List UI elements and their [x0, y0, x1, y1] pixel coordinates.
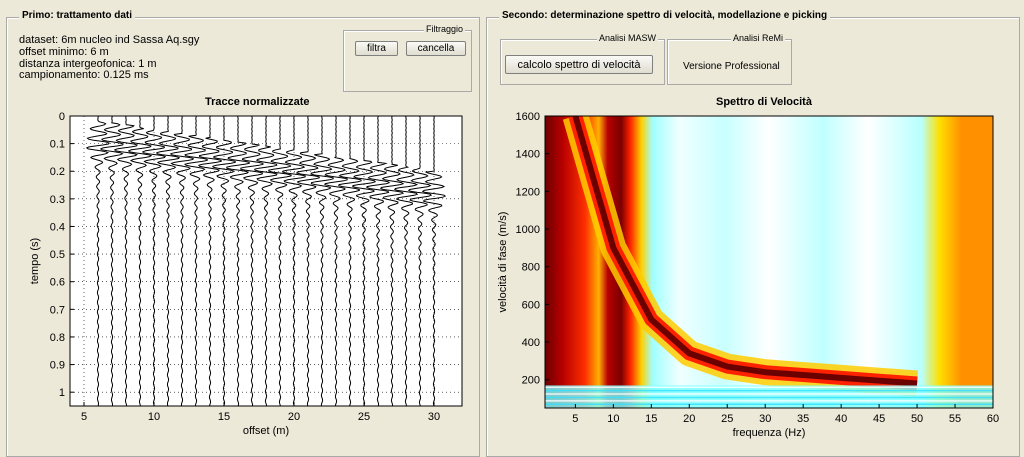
- remi-version-label: Versione Professional: [683, 61, 780, 72]
- x-tick-label: 5: [572, 413, 578, 425]
- x-tick-label: 60: [987, 413, 999, 425]
- x-tick-label: 45: [873, 413, 885, 425]
- x-tick-label: 20: [683, 413, 695, 425]
- x-tick-label: 15: [218, 411, 230, 423]
- calculate-spectrum-button[interactable]: calcolo spettro di velocità: [505, 55, 653, 74]
- right-panel-title: Secondo: determinazione spettro di veloc…: [499, 10, 831, 21]
- y-tick-label: 1: [59, 387, 65, 399]
- x-tick-label: 5: [81, 411, 87, 423]
- x-tick-label: 30: [428, 411, 440, 423]
- x-tick-label: 50: [911, 413, 923, 425]
- y-tick-label: 200: [522, 375, 540, 387]
- y-tick-label: 0.3: [50, 194, 65, 206]
- y-tick-label: 800: [522, 262, 540, 274]
- filter-box-title: Filtraggio: [423, 24, 465, 34]
- x-tick-label: 35: [797, 413, 809, 425]
- remi-box-title: Analisi ReMi: [730, 33, 785, 43]
- y-tick-label: 0.9: [50, 360, 65, 372]
- traces-plot-area: [69, 115, 463, 407]
- offset-info: offset minimo: 6 m: [19, 46, 109, 58]
- spectrum-chart: 5 10 15 20 25 30 35 40 45 50 55 60 200 400 600 800 1000 1…: [497, 111, 999, 439]
- sampling-info: campionamento: 0.125 ms: [19, 69, 149, 81]
- x-tick-label: 15: [645, 413, 657, 425]
- y-tick-label: 600: [522, 299, 540, 311]
- y-tick-label: 0.6: [50, 277, 65, 289]
- y-axis-label: velocità di fase (m/s): [497, 212, 509, 313]
- y-tick-label: 0.7: [50, 304, 65, 316]
- x-tick-label: 55: [949, 413, 961, 425]
- x-tick-label: 25: [358, 411, 370, 423]
- dataset-info: dataset: 6m nucleo ind Sassa Aq.sgy: [19, 34, 200, 46]
- y-tick-label: 1200: [516, 186, 540, 198]
- left-panel-title: Primo: trattamento dati: [19, 10, 136, 21]
- x-tick-label: 30: [759, 413, 771, 425]
- filter-button[interactable]: filtra: [355, 41, 398, 56]
- traces-chart: 5 10 15 20 25 30 0 0.1 0.2 0.3 0.4 0.5 0.6 0.7 0.8 0.9 1…: [29, 111, 463, 437]
- y-tick-label: 1400: [516, 149, 540, 161]
- filter-box: Filtraggio: [343, 24, 472, 92]
- x-axis-label: frequenza (Hz): [733, 427, 806, 439]
- y-tick-label: 1000: [516, 224, 540, 236]
- x-axis-label: offset (m): [243, 425, 289, 437]
- y-tick-label: 0: [59, 111, 65, 123]
- y-tick-label: 0.4: [50, 221, 65, 233]
- y-tick-label: 0.8: [50, 332, 65, 344]
- x-tick-label: 40: [835, 413, 847, 425]
- y-tick-label: 0.1: [50, 139, 65, 151]
- cancel-button[interactable]: cancella: [406, 41, 466, 56]
- x-tick-label: 10: [148, 411, 160, 423]
- y-axis-label: tempo (s): [29, 238, 41, 284]
- x-tick-label: 20: [288, 411, 300, 423]
- masw-box-title: Analisi MASW: [596, 33, 658, 43]
- x-tick-label: 25: [721, 413, 733, 425]
- y-tick-label: 400: [522, 337, 540, 349]
- y-tick-label: 1600: [516, 111, 540, 123]
- y-tick-label: 0.5: [50, 249, 65, 261]
- x-tick-label: 10: [607, 413, 619, 425]
- y-tick-label: 0.2: [50, 166, 65, 178]
